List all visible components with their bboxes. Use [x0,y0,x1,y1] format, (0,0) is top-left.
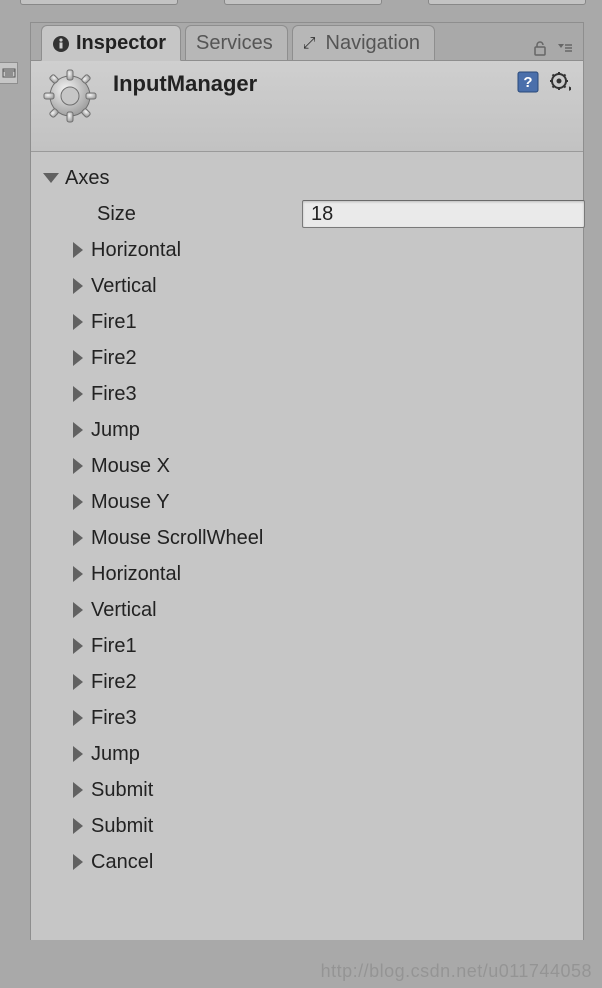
inspector-panel: Inspector Services ⤢ Navigation [30,22,584,940]
axis-name: Fire2 [91,671,137,694]
tab-label: Services [196,32,273,55]
foldout-arrow-right-icon [73,782,83,798]
foldout-arrow-right-icon [73,746,83,762]
axis-name: Mouse Y [91,491,170,514]
axis-foldout[interactable]: Fire3 [39,700,575,736]
size-input[interactable] [302,200,585,228]
info-icon [52,35,70,53]
asset-header: InputManager ? [31,61,583,152]
axes-size-row: Size [39,196,575,232]
tab-inspector[interactable]: Inspector [41,25,181,61]
axis-foldout[interactable]: Fire1 [39,628,575,664]
foldout-arrow-right-icon [73,530,83,546]
axis-foldout[interactable]: Vertical [39,592,575,628]
axis-foldout[interactable]: Submit [39,808,575,844]
axis-foldout[interactable]: Mouse Y [39,484,575,520]
axis-foldout[interactable]: Jump [39,736,575,772]
axis-foldout[interactable]: Fire2 [39,340,575,376]
foldout-arrow-right-icon [73,314,83,330]
toolbar-dropdown-remnant [224,0,382,5]
size-label: Size [97,203,302,226]
inspector-body: Axes Size Horizontal Vertical Fire1 Fire2 Fi… [31,152,583,940]
foldout-arrow-down-icon [43,173,59,183]
axis-name: Submit [91,815,153,838]
settings-asset-icon [41,67,99,125]
axis-name: Fire2 [91,347,137,370]
left-dock-handle[interactable] [0,62,18,84]
axis-name: Fire3 [91,383,137,406]
foldout-arrow-right-icon [73,242,83,258]
foldout-arrow-right-icon [73,818,83,834]
axis-name: Fire1 [91,311,137,334]
svg-text:▸: ▸ [569,83,571,93]
axis-foldout[interactable]: Jump [39,412,575,448]
axis-name: Mouse ScrollWheel [91,527,263,550]
foldout-arrow-right-icon [73,458,83,474]
tab-label: Inspector [76,32,166,55]
axis-name: Cancel [91,851,153,874]
panel-menu-icon[interactable] [555,41,573,55]
axis-name: Vertical [91,275,157,298]
foldout-arrow-right-icon [73,278,83,294]
axis-foldout[interactable]: Fire1 [39,304,575,340]
axis-foldout[interactable]: Horizontal [39,232,575,268]
asset-title: InputManager [113,71,257,97]
axis-name: Horizontal [91,239,181,262]
foldout-arrow-right-icon [73,422,83,438]
tab-label: Navigation [326,32,421,55]
foldout-arrow-right-icon [73,494,83,510]
help-icon[interactable]: ? [517,71,539,98]
axis-foldout[interactable]: Mouse X [39,448,575,484]
foldout-arrow-right-icon [73,350,83,366]
navigation-icon: ⤢ [303,35,316,53]
axis-foldout[interactable]: Vertical [39,268,575,304]
lock-icon[interactable] [533,40,547,56]
axis-foldout[interactable]: Fire3 [39,376,575,412]
tab-navigation[interactable]: ⤢ Navigation [292,25,435,60]
tab-services[interactable]: Services [185,25,288,60]
toolbar-dropdown-remnant [20,0,178,5]
watermark-text: http://blog.csdn.net/u011744058 [321,961,592,982]
foldout-arrow-right-icon [73,854,83,870]
axis-foldout[interactable]: Horizontal [39,556,575,592]
axis-name: Submit [91,779,153,802]
axis-foldout[interactable]: Submit [39,772,575,808]
axis-foldout[interactable]: Cancel [39,844,575,880]
foldout-arrow-right-icon [73,710,83,726]
axis-foldout[interactable]: Mouse ScrollWheel [39,520,575,556]
axis-name: Fire3 [91,707,137,730]
axes-foldout[interactable]: Axes [39,160,575,196]
svg-text:?: ? [523,74,532,91]
foldout-arrow-right-icon [73,638,83,654]
axis-name: Horizontal [91,563,181,586]
tab-bar: Inspector Services ⤢ Navigation [31,23,583,61]
foldout-arrow-right-icon [73,674,83,690]
component-menu-icon[interactable]: ▸ [549,71,571,98]
toolbar-dropdown-remnant [428,0,586,5]
axis-name: Jump [91,743,140,766]
panel-controls [533,40,583,60]
foldout-arrow-right-icon [73,566,83,582]
foldout-arrow-right-icon [73,602,83,618]
axis-name: Jump [91,419,140,442]
top-toolbar-remnant [0,0,602,6]
axes-label: Axes [65,167,109,190]
axis-name: Vertical [91,599,157,622]
axis-name: Mouse X [91,455,170,478]
foldout-arrow-right-icon [73,386,83,402]
axis-name: Fire1 [91,635,137,658]
axis-foldout[interactable]: Fire2 [39,664,575,700]
